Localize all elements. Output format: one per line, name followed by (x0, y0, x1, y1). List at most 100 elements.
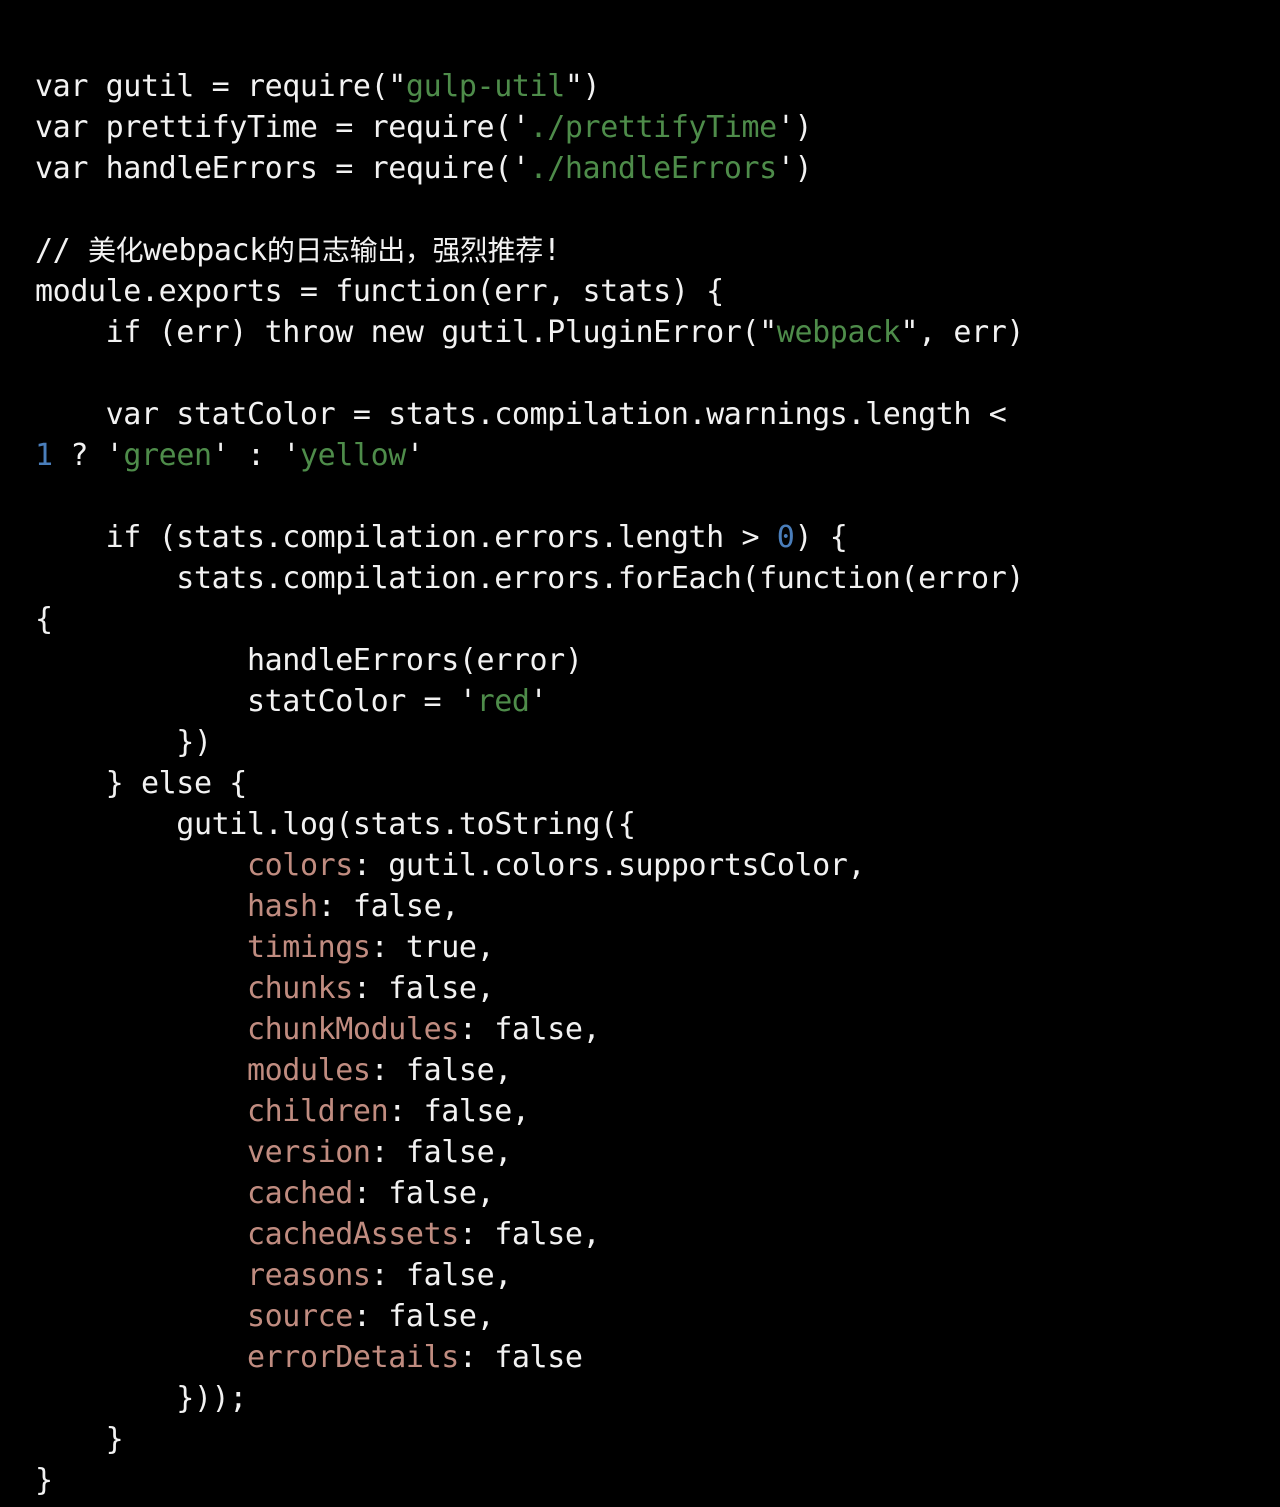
code-token-key: timings (246, 930, 371, 965)
code-screenshot: var gutil = require("gulp-util") var pret… (0, 0, 1280, 1507)
code-token-punct: " (759, 315, 777, 350)
code-token-plain: var prettifyTime = require( (35, 110, 512, 145)
code-token-punct: ' (529, 684, 548, 719)
code-token-str: ./handleErrors (529, 151, 778, 186)
code-line: if (stats.compilation.errors.length > 0)… (35, 517, 1275, 558)
code-token-plain: : false, (458, 1217, 601, 1252)
code-line: source: false, (35, 1296, 1275, 1337)
code-line: hash: false, (35, 886, 1275, 927)
code-token-plain: module.exports = function(err, stats) { (35, 274, 724, 309)
code-line: } (35, 1460, 1275, 1501)
code-token-plain: ) (582, 69, 601, 104)
code-token-plain: : false, (317, 889, 460, 924)
code-token-key: chunkModules (246, 1012, 459, 1047)
code-line: cachedAssets: false, (35, 1214, 1275, 1255)
code-token-str: gulp-util (405, 69, 565, 104)
code-token-punct: ' (105, 438, 124, 473)
code-token-plain: } (35, 1463, 53, 1498)
code-token-punct: ' (511, 151, 530, 186)
code-token-punct: ' (405, 438, 424, 473)
code-token-plain: : false, (370, 1053, 513, 1088)
code-line: modules: false, (35, 1050, 1275, 1091)
code-listing: var gutil = require("gulp-util") var pret… (35, 66, 1275, 1501)
code-token-comment: ! (542, 233, 561, 268)
code-token-str: ./prettifyTime (529, 110, 778, 145)
code-token-plain: : true, (370, 930, 495, 965)
code-line: colors: gutil.colors.supportsColor, (35, 845, 1275, 886)
code-line: chunkModules: false, (35, 1009, 1275, 1050)
code-token-comment: webpack (143, 233, 267, 268)
code-line: statColor = 'red' (35, 681, 1275, 722)
code-line: if (err) throw new gutil.PluginError("we… (35, 312, 1275, 353)
code-line: var prettifyTime = require('./prettifyTi… (35, 107, 1275, 148)
code-token-str: red (476, 684, 530, 719)
code-token-plain: handleErrors(error) (35, 643, 583, 678)
code-token-comment: 的日志输出，强烈推荐 (266, 234, 543, 267)
code-token-plain: } else { (35, 766, 248, 801)
code-token-plain: : false, (352, 1176, 495, 1211)
code-token-comment: // (35, 233, 88, 268)
code-token-plain: : false, (370, 1135, 513, 1170)
code-token-plain: : gutil.colors.supportsColor, (352, 848, 866, 883)
code-token-plain: if (err) throw new gutil.PluginError( (35, 315, 760, 350)
code-token-punct: " (564, 69, 583, 104)
code-line: cached: false, (35, 1173, 1275, 1214)
code-line: })); (35, 1378, 1275, 1419)
code-token-plain: : false, (458, 1012, 601, 1047)
code-line: version: false, (35, 1132, 1275, 1173)
code-line: var statColor = stats.compilation.warnin… (35, 394, 1275, 435)
code-token-punct: " (900, 315, 919, 350)
code-token-key: source (246, 1299, 353, 1334)
code-token-num: 0 (776, 520, 795, 555)
code-token-str: webpack (776, 315, 901, 350)
code-token-punct: " (388, 69, 406, 104)
code-token-plain: : false, (388, 1094, 530, 1129)
code-token-plain: var handleErrors = require( (35, 151, 512, 186)
code-token-key: cachedAssets (246, 1217, 459, 1252)
code-token-plain: : false, (352, 1299, 495, 1334)
code-line: } (35, 1419, 1275, 1460)
code-token-str: yellow (300, 438, 406, 473)
code-token-plain: : (229, 438, 283, 473)
code-token-plain: ? (52, 438, 106, 473)
code-line: gutil.log(stats.toString({ (35, 804, 1275, 845)
code-token-key: version (246, 1135, 371, 1170)
code-token-key: children (246, 1094, 389, 1129)
code-token-key: chunks (246, 971, 353, 1006)
code-token-plain: var gutil = require( (35, 69, 389, 104)
code-token-plain: }) (35, 725, 212, 760)
code-line: handleErrors(error) (35, 640, 1275, 681)
code-line: timings: true, (35, 927, 1275, 968)
code-token-plain: : false, (370, 1258, 513, 1293)
code-token-key: hash (246, 889, 318, 924)
code-token-plain: if (stats.compilation.errors.length > (35, 520, 777, 555)
code-token-str: green (123, 438, 212, 473)
code-token-plain: { (35, 602, 53, 637)
code-token-punct: ' (282, 438, 300, 473)
code-token-num: 1 (35, 438, 53, 473)
code-token-plain: })); (35, 1381, 247, 1416)
code-line: chunks: false, (35, 968, 1275, 1009)
code-token-plain: : false (458, 1340, 583, 1375)
code-token-plain: stats.compilation.errors.forEach(functio… (35, 561, 1025, 596)
code-token-punct: ' (458, 684, 477, 719)
code-line: reasons: false, (35, 1255, 1275, 1296)
code-token-key: colors (246, 848, 353, 883)
code-line: { (35, 599, 1275, 640)
code-token-plain: ) { (794, 520, 848, 555)
code-line: } else { (35, 763, 1275, 804)
code-token-plain: gutil.log(stats.toString({ (35, 807, 636, 842)
